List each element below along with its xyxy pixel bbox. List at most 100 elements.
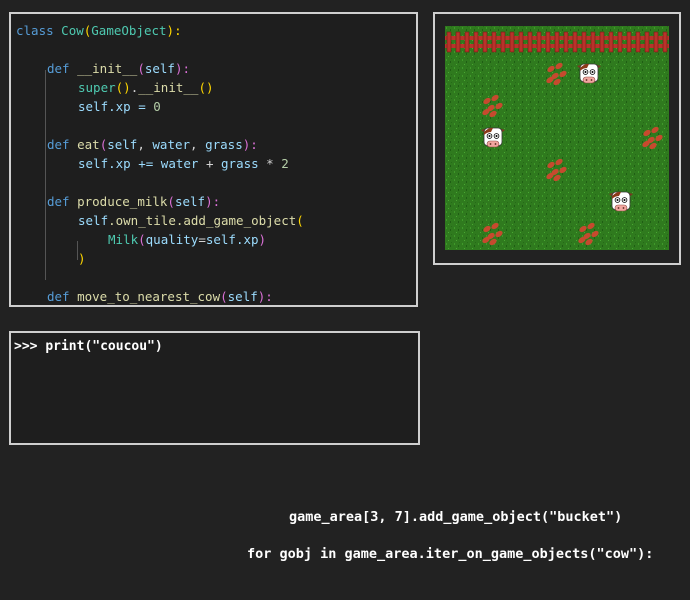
fence-post bbox=[455, 31, 461, 53]
code-token: ): bbox=[174, 61, 191, 76]
hint-code-line-2[interactable]: for gobj in game_area.iter_on_game_objec… bbox=[247, 546, 653, 562]
code-token: eat bbox=[77, 137, 100, 152]
fence-post bbox=[464, 31, 470, 53]
code-token: * bbox=[258, 156, 282, 171]
grass-field bbox=[445, 26, 669, 250]
code-token: 2 bbox=[281, 156, 289, 171]
code-token: , bbox=[190, 137, 206, 152]
code-line-8: self.own_tile.add_game_object( bbox=[78, 211, 304, 230]
code-line-11: def move_to_nearest_cow(self): bbox=[47, 287, 273, 305]
code-token: ( bbox=[138, 232, 146, 247]
fence-post bbox=[536, 31, 542, 53]
game-area-panel bbox=[433, 12, 681, 265]
code-token: self bbox=[205, 232, 236, 247]
code-line-7: def produce_milk(self): bbox=[47, 192, 220, 211]
code-editor[interactable]: class Cow(GameObject): def __init__(self… bbox=[9, 12, 418, 307]
code-line-10: ) bbox=[78, 249, 86, 268]
code-token: grass bbox=[205, 137, 243, 152]
code-token: , bbox=[137, 137, 153, 152]
code-token: self bbox=[78, 99, 109, 114]
code-token: __init__ bbox=[77, 61, 138, 76]
code-token: def bbox=[47, 137, 70, 152]
fence-post bbox=[518, 31, 524, 53]
code-token: self bbox=[107, 137, 138, 152]
code-token: ( bbox=[296, 213, 304, 228]
code-token: self bbox=[144, 61, 175, 76]
code-token: () bbox=[198, 80, 214, 95]
code-token: ): bbox=[257, 289, 273, 304]
code-token: grass bbox=[221, 156, 259, 171]
code-token: def bbox=[47, 61, 70, 76]
code-token: self bbox=[174, 194, 206, 209]
code-token: () bbox=[115, 80, 131, 95]
code-token: .own_tile.add_game_object bbox=[108, 213, 297, 228]
console-command: print("coucou") bbox=[45, 339, 163, 354]
code-token: = bbox=[198, 232, 206, 247]
code-token: water bbox=[160, 156, 199, 171]
game-board[interactable] bbox=[445, 26, 669, 250]
code-token: move_to_nearest_cow bbox=[77, 289, 221, 304]
console-input-line: >>> print("coucou") bbox=[14, 339, 163, 354]
cow-sprite[interactable] bbox=[481, 127, 505, 148]
fence-post bbox=[626, 31, 632, 53]
fence-post bbox=[617, 31, 623, 53]
code-token: self bbox=[78, 213, 109, 228]
code-line-2: def __init__(self): bbox=[47, 59, 190, 78]
code-token: Cow bbox=[61, 23, 84, 38]
fence-post bbox=[482, 31, 488, 53]
indent-guide bbox=[45, 70, 46, 280]
console-prompt: >>> bbox=[14, 339, 46, 354]
fence-post bbox=[572, 31, 578, 53]
fence-post bbox=[662, 31, 668, 53]
code-token: 0 bbox=[153, 99, 161, 114]
code-line-3: super().__init__() bbox=[78, 78, 214, 97]
code-token: self bbox=[227, 289, 258, 304]
fence-post bbox=[635, 31, 641, 53]
code-token: water bbox=[152, 137, 191, 152]
fence-post bbox=[491, 31, 497, 53]
fence-post bbox=[554, 31, 560, 53]
code-line-9: Milk(quality=self.xp) bbox=[108, 230, 266, 249]
code-token: ): bbox=[242, 137, 258, 152]
code-token: ) bbox=[258, 232, 267, 247]
code-token: ): bbox=[205, 194, 221, 209]
console-panel[interactable]: >>> print("coucou") bbox=[9, 331, 420, 445]
fence-post bbox=[599, 31, 605, 53]
code-line-1: class Cow(GameObject): bbox=[16, 21, 182, 40]
fence-post bbox=[473, 31, 479, 53]
code-token: ): bbox=[166, 23, 182, 38]
cow-sprite[interactable] bbox=[577, 63, 601, 84]
code-token: quality bbox=[145, 232, 199, 247]
code-token: .xp = bbox=[108, 99, 154, 114]
code-line-5: def eat(self, water, grass): bbox=[47, 135, 258, 154]
code-line-4: self.xp = 0 bbox=[78, 97, 161, 116]
hint-code-line-1[interactable]: game_area[3, 7].add_game_object("bucket"… bbox=[289, 509, 622, 525]
code-token: .xp bbox=[235, 232, 259, 247]
fence-post bbox=[545, 31, 551, 53]
code-token: self bbox=[78, 156, 109, 171]
code-token: + bbox=[198, 156, 222, 171]
code-token: class bbox=[16, 23, 54, 38]
code-token: GameObject bbox=[91, 23, 167, 38]
code-token: .xp += bbox=[108, 156, 161, 171]
code-token: super bbox=[78, 80, 116, 95]
code-token: def bbox=[47, 289, 70, 304]
fence-post bbox=[446, 31, 452, 53]
fence-post bbox=[509, 31, 515, 53]
code-token: ( bbox=[137, 61, 145, 76]
fence-post bbox=[644, 31, 650, 53]
code-token: ) bbox=[78, 251, 86, 266]
code-token: ( bbox=[220, 289, 228, 304]
fence-post bbox=[563, 31, 569, 53]
fence-post bbox=[500, 31, 506, 53]
fence-post bbox=[581, 31, 587, 53]
fence-post bbox=[653, 31, 659, 53]
cow-sprite[interactable] bbox=[609, 191, 633, 212]
code-token: produce_milk bbox=[77, 194, 168, 209]
fence-post bbox=[527, 31, 533, 53]
code-line-6: self.xp += water + grass * 2 bbox=[78, 154, 289, 173]
code-token: def bbox=[47, 194, 70, 209]
fence-post bbox=[608, 31, 614, 53]
code-token: ( bbox=[167, 194, 175, 209]
code-token: Milk bbox=[108, 232, 139, 247]
